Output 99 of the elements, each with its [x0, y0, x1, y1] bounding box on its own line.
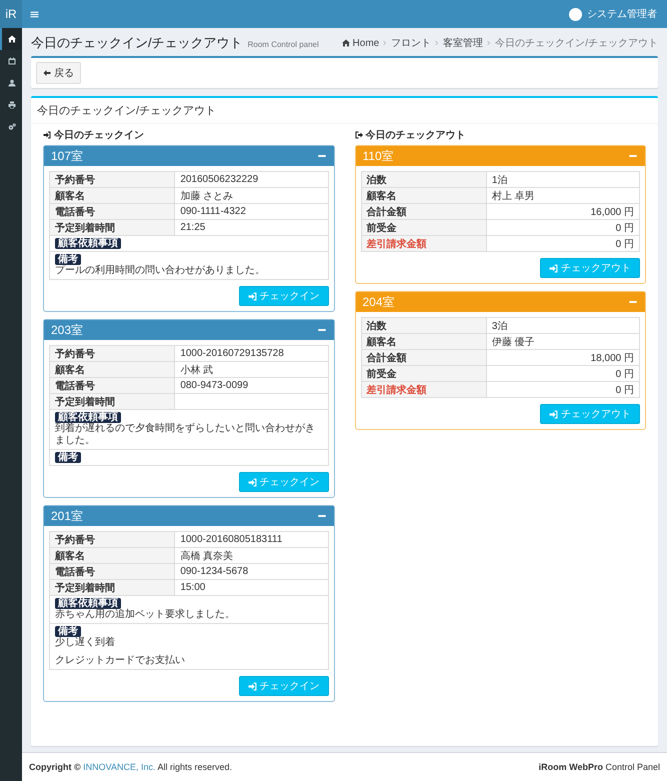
field-label: 電話番号: [50, 204, 175, 220]
room-title: 110室: [362, 148, 394, 164]
request-text: 赤ちゃん用の追加ベット要求しました。: [55, 609, 236, 621]
gears-icon: [8, 123, 16, 131]
sign-in-icon: [248, 292, 256, 300]
request-label: 顧客依頼事項: [55, 412, 121, 423]
room-title: 204室: [362, 294, 395, 310]
breadcrumb-link[interactable]: 客室管理: [443, 36, 484, 50]
chevron-right-icon: [434, 40, 440, 46]
field-value: 090-1234-5678: [174, 564, 328, 580]
company-link[interactable]: INNOVANCE, Inc.: [83, 762, 156, 772]
field-label: 顧客名: [50, 548, 175, 564]
room-title: 107室: [51, 148, 84, 164]
field-label: 合計金額: [361, 204, 486, 220]
calendar-icon: [8, 57, 16, 65]
field-value: 村上 卓男: [486, 188, 640, 204]
field-value: 1泊: [486, 172, 640, 188]
chevron-right-icon: [486, 40, 492, 46]
arrow-left-icon: [43, 69, 51, 77]
chevron-right-icon: [382, 40, 388, 46]
request-text: 到着が遅れるので夕食時間をずらしたいと問い合わせがきました。: [55, 423, 316, 447]
field-value: 080-9473-0099: [174, 378, 328, 394]
page-subtitle: Room Control panel: [248, 40, 319, 49]
sign-out-icon: [354, 131, 362, 139]
notes-label: 備考: [55, 452, 81, 463]
field-label: 予約番号: [50, 532, 175, 548]
field-label: 予約番号: [50, 346, 175, 362]
field-value: 20160506232229: [174, 172, 328, 188]
column-heading: 今日のチェックアウト: [366, 128, 466, 142]
sign-in-icon: [549, 410, 558, 418]
field-label: 顧客名: [361, 334, 486, 350]
field-label: 合計金額: [361, 350, 486, 366]
field-value: 1000-20160729135728: [174, 346, 328, 362]
sign-in-icon: [43, 131, 51, 139]
checkout-button[interactable]: チェックアウト: [540, 258, 640, 278]
request-label: 顧客依頼事項: [55, 598, 121, 609]
product-name: iRoom WebPro Control Panel: [538, 762, 660, 772]
field-label: 顧客名: [50, 362, 175, 378]
field-value: 0 円: [486, 366, 640, 382]
printer-icon: [8, 101, 16, 109]
field-label: 前受金: [361, 366, 486, 382]
field-label: 前受金: [361, 220, 486, 236]
request-label: 顧客依頼事項: [55, 238, 121, 249]
breadcrumb-link[interactable]: フロント: [391, 36, 432, 50]
field-label: 電話番号: [50, 378, 175, 394]
copyright-text: Copyright © INNOVANCE, Inc. All rights reserved.: [29, 762, 232, 772]
field-label: 予約番号: [50, 172, 175, 188]
field-value: 伊藤 優子: [486, 334, 640, 350]
checkin-button[interactable]: チェックイン: [238, 472, 328, 492]
field-label: 差引請求金額: [361, 236, 486, 252]
field-label: 泊数: [361, 172, 486, 188]
field-label: 差引請求金額: [361, 382, 486, 398]
user-icon: [8, 79, 16, 87]
page-title: 今日のチェックイン/チェックアウト: [31, 34, 243, 52]
field-value: 090-1111-4322: [174, 204, 328, 220]
avatar-icon[interactable]: [569, 8, 582, 20]
field-value: 18,000 円: [486, 350, 640, 366]
field-value: 21:25: [174, 220, 328, 236]
field-label: 予定到着時間: [50, 220, 175, 236]
notes-label: 備考: [55, 626, 81, 637]
room-title: 201室: [51, 508, 84, 524]
sign-in-icon: [549, 264, 558, 272]
home-icon: [342, 39, 350, 47]
home-icon: [8, 35, 16, 43]
notes-text: クレジットカードでお支払い: [55, 655, 186, 667]
notes-text: プールの利用時間の問い合わせがありました。: [55, 265, 266, 277]
field-value: 3泊: [486, 318, 640, 334]
field-value: 0 円: [486, 382, 640, 398]
checkout-button[interactable]: チェックアウト: [540, 404, 640, 424]
field-value: 小林 武: [174, 362, 328, 378]
breadcrumb-current: 今日のチェックイン/チェックアウト: [495, 37, 658, 50]
field-value: 0 円: [486, 236, 640, 252]
sign-in-icon: [248, 478, 256, 486]
field-value: 加藤 さとみ: [174, 188, 328, 204]
field-label: 電話番号: [50, 564, 175, 580]
field-value: 15:00: [174, 580, 328, 596]
checkin-button[interactable]: チェックイン: [238, 676, 328, 696]
back-button[interactable]: 戻る: [36, 62, 81, 84]
box-title: 今日のチェックイン/チェックアウト: [31, 98, 658, 124]
breadcrumb-link[interactable]: Home: [352, 38, 380, 48]
notes-text: 少し遅く到着: [55, 637, 116, 649]
room-title: 203室: [51, 322, 84, 338]
checkin-button[interactable]: チェックイン: [238, 286, 328, 306]
field-label: 予定到着時間: [50, 580, 175, 596]
sidebar-item[interactable]: [0, 28, 22, 50]
field-label: 顧客名: [50, 188, 175, 204]
field-label: 予定到着時間: [50, 394, 175, 410]
field-value: 0 円: [486, 220, 640, 236]
user-name[interactable]: システム管理者: [587, 7, 657, 21]
field-label: 泊数: [361, 318, 486, 334]
field-value: 高橋 真奈美: [174, 548, 328, 564]
column-heading: 今日のチェックイン: [54, 128, 144, 142]
field-value: 1000-20160805183111: [174, 532, 328, 548]
field-label: 顧客名: [361, 188, 486, 204]
sign-in-icon: [248, 682, 256, 690]
field-value: 16,000 円: [486, 204, 640, 220]
menu-icon[interactable]: [30, 10, 39, 18]
notes-label: 備考: [55, 254, 81, 265]
logo[interactable]: iR: [0, 0, 22, 28]
